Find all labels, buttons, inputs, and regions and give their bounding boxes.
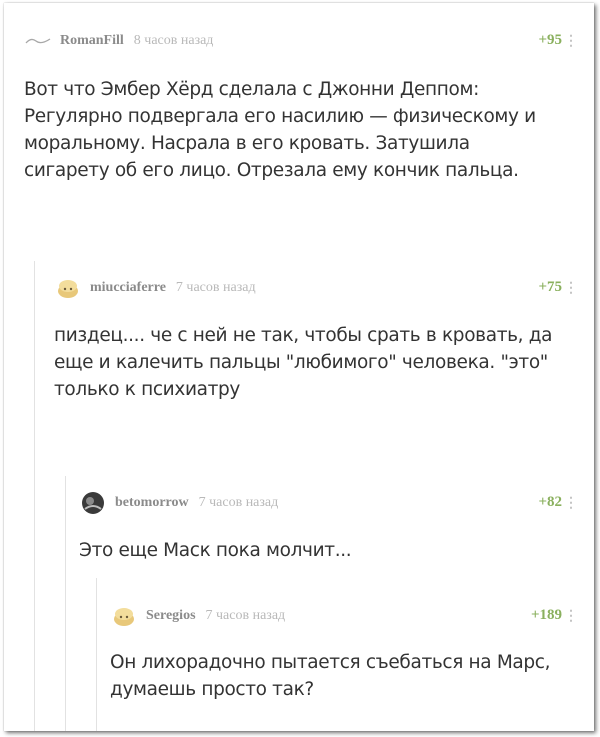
more-options-icon[interactable]: ⋮ <box>564 494 578 511</box>
comment: miucciaferre 7 часов назад +75 ⋮ пиздец.… <box>54 277 580 457</box>
username[interactable]: miucciaferre <box>90 280 166 296</box>
comment-header: betomorrow 7 часов назад +82 ⋮ <box>79 492 580 514</box>
rating: +95 <box>538 32 562 48</box>
comment: betomorrow 7 часов назад +82 ⋮ Это еще М… <box>79 492 580 562</box>
username[interactable]: betomorrow <box>115 495 189 511</box>
bread-avatar-icon[interactable] <box>110 605 138 627</box>
comment: RomanFill 8 часов назад +95 ⋮ Вот что Эм… <box>24 30 580 240</box>
comment: Seregios 7 часов назад +189 ⋮ Он лихорад… <box>110 605 580 725</box>
rating: +189 <box>530 607 562 623</box>
more-options-icon[interactable]: ⋮ <box>564 279 578 296</box>
timestamp[interactable]: 7 часов назад <box>176 280 256 296</box>
rating: +75 <box>538 279 562 295</box>
bread-avatar-icon[interactable] <box>54 277 82 299</box>
comment-text: Это еще Маск пока молчит... <box>79 540 352 561</box>
comment-header: Seregios 7 часов назад +189 ⋮ <box>110 605 580 627</box>
thread-line[interactable] <box>34 261 35 731</box>
username[interactable]: RomanFill <box>60 33 124 49</box>
timestamp[interactable]: 7 часов назад <box>206 608 286 624</box>
rating: +82 <box>538 494 562 510</box>
more-options-icon[interactable]: ⋮ <box>564 607 578 624</box>
thread-line[interactable] <box>65 476 66 731</box>
comment-header: miucciaferre 7 часов назад +75 ⋮ <box>54 277 580 299</box>
comment-thread: RomanFill 8 часов назад +95 ⋮ Вот что Эм… <box>4 3 594 731</box>
timestamp[interactable]: 7 часов назад <box>199 495 279 511</box>
thread-line[interactable] <box>96 578 97 731</box>
timestamp[interactable]: 8 часов назад <box>134 33 214 49</box>
default-wave-icon[interactable] <box>24 30 52 52</box>
username[interactable]: Seregios <box>146 608 196 624</box>
comment-text: Вот что Эмбер Хёрд сделала с Джонни Депп… <box>24 79 536 181</box>
comment-text: пиздец.... че с ней не так, чтобы срать … <box>54 325 553 400</box>
comment-text: Он лихорадочно пытается съебаться на Мар… <box>110 652 551 700</box>
more-options-icon[interactable]: ⋮ <box>564 32 578 49</box>
photo-avatar-icon[interactable] <box>79 492 107 514</box>
comment-header: RomanFill 8 часов назад +95 ⋮ <box>24 30 580 52</box>
